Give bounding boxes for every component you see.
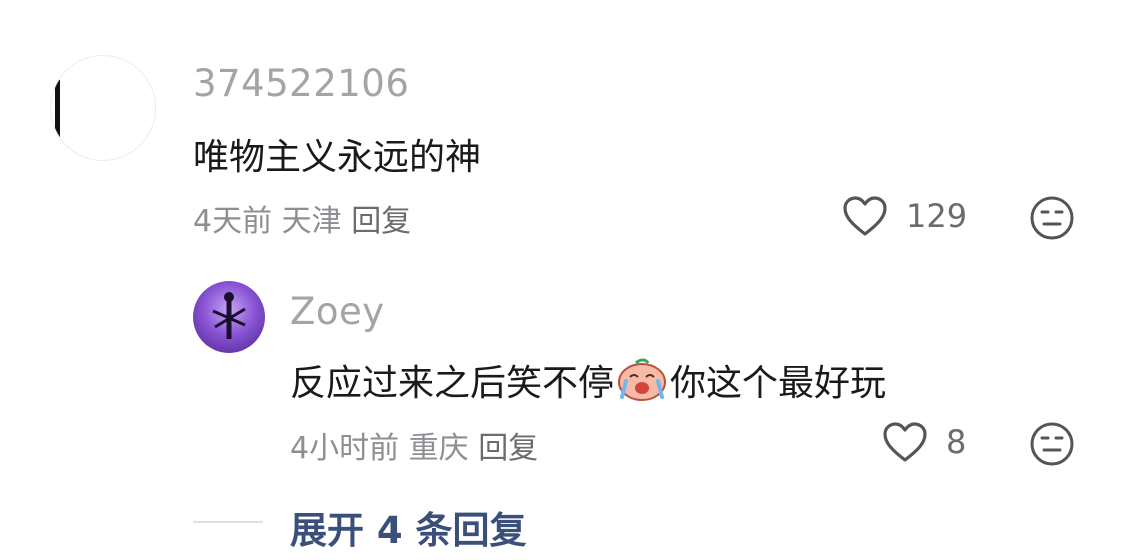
reply-button[interactable]: 回复	[351, 204, 411, 239]
comment-meta: 4天前 天津 回复	[193, 196, 411, 240]
reply-text: 反应过来之后笑不停 你这个最好玩	[290, 354, 886, 406]
reply-time: 4小时前	[290, 431, 400, 466]
comment-text: 唯物主义永远的神	[193, 137, 482, 178]
reply-text-before: 反应过来之后笑不停	[290, 363, 615, 404]
comment-time: 4天前	[193, 204, 273, 239]
like-button[interactable]: 129	[842, 195, 967, 237]
comment-location: 天津	[281, 204, 342, 239]
avatar-374522106[interactable]	[50, 55, 156, 161]
expand-replies-button[interactable]: 展开 4 条回复	[290, 500, 527, 554]
heart-icon	[842, 195, 888, 237]
reply-reply-button[interactable]: 回复	[478, 431, 538, 466]
like-count: 129	[906, 197, 968, 235]
avatar-figure-graphic	[212, 292, 246, 339]
reply-like-button[interactable]: 8	[882, 421, 966, 463]
crying-laughing-emoji	[616, 357, 668, 401]
comment-username[interactable]: 374522106	[193, 62, 409, 105]
avatar-zoey[interactable]	[193, 281, 265, 353]
reply-username[interactable]: Zoey	[290, 290, 385, 333]
reply-location: 重庆	[408, 431, 469, 466]
avatar-image-mark	[55, 80, 60, 138]
reply-like-count: 8	[946, 423, 967, 461]
heart-icon	[882, 421, 928, 463]
dislike-face-icon[interactable]	[1029, 421, 1075, 467]
reply-text-after: 你这个最好玩	[670, 363, 887, 404]
reply-meta: 4小时前 重庆 回复	[290, 423, 538, 467]
expand-divider	[193, 521, 263, 523]
dislike-face-icon[interactable]	[1029, 195, 1075, 241]
